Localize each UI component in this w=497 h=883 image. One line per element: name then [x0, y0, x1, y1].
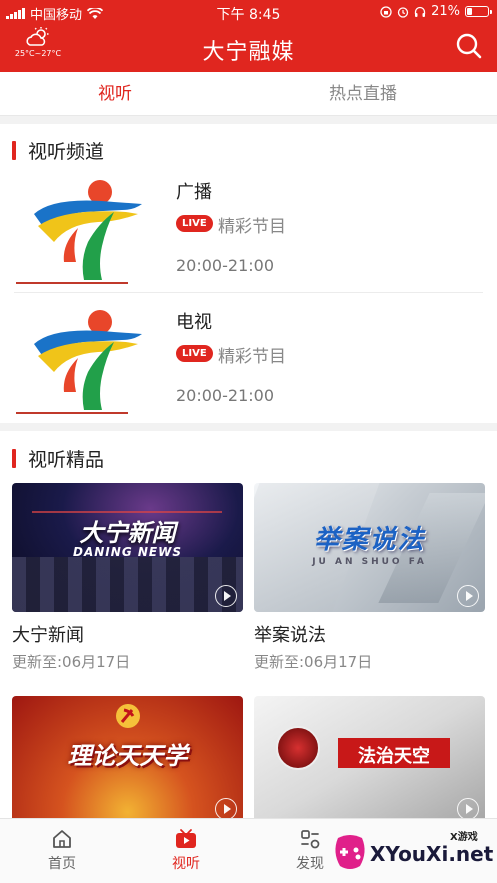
program-time: 20:00-21:00	[176, 386, 274, 405]
featured-card-rule-of-law[interactable]: 法治天空	[254, 696, 485, 825]
section-title-channels: 视听频道	[12, 138, 105, 163]
program-label: 精彩节目	[218, 347, 286, 367]
program-time: 20:00-21:00	[176, 256, 274, 275]
card-title: 举案说法	[254, 625, 326, 646]
channel-item-radio[interactable]: 广播 LIVE 精彩节目 20:00-21:00	[0, 170, 497, 298]
thumb-subtitle: JU AN SHUO FA	[312, 557, 427, 567]
section-title-featured-text: 视听精品	[28, 448, 105, 471]
nav-item-home[interactable]: 首页	[12, 819, 112, 883]
thumb-title: 法治天空	[358, 746, 430, 767]
thumbnail: 举案说法 JU AN SHUO FA	[254, 483, 485, 612]
orientation-lock-icon	[380, 5, 392, 18]
channel-name: 电视	[176, 312, 212, 333]
nav-label-home: 首页	[48, 856, 76, 872]
card-title: 大宁新闻	[12, 625, 84, 646]
search-icon	[456, 33, 482, 59]
tv-play-icon	[176, 829, 196, 848]
top-tabs: 视听 热点直播	[0, 72, 497, 116]
discover-icon	[301, 830, 320, 849]
party-emblem-icon	[116, 704, 140, 728]
channel-name: 广播	[176, 182, 212, 203]
thumb-title: 理论天天学	[67, 742, 188, 770]
play-icon[interactable]	[457, 585, 479, 607]
tab-hot-live[interactable]: 热点直播	[248, 72, 478, 116]
thumb-title: 举案说法	[313, 525, 426, 555]
channel-item-tv[interactable]: 电视 LIVE 精彩节目 20:00-21:00	[0, 300, 497, 428]
featured-card-theory[interactable]: 理论天天学	[12, 696, 243, 825]
channel-logo	[16, 310, 142, 414]
nav-item-shiting[interactable]: 视听	[136, 819, 236, 883]
live-badge: LIVE	[176, 215, 213, 232]
watermark: XYouXi.net X游戏	[330, 826, 494, 878]
watermark-tag: X游戏	[450, 832, 478, 843]
battery-percent: 21%	[431, 4, 460, 19]
section-title-featured: 视听精品	[12, 446, 105, 471]
battery-icon	[465, 6, 492, 17]
featured-section: 视听精品 大宁新闻 DANING NEWS 大宁新闻 更新至:06月17日 举案…	[0, 431, 497, 825]
nav-label-shiting: 视听	[172, 856, 200, 872]
play-icon[interactable]	[457, 798, 479, 820]
top-header: 中国移动 下午 8:45 21% 25°C~27°C 大宁融媒	[0, 0, 497, 72]
thumbnail: 法治天空	[254, 696, 485, 825]
watermark-text: XYouXi.net	[370, 842, 494, 866]
featured-card-daning-news[interactable]: 大宁新闻 DANING NEWS 大宁新闻 更新至:06月17日	[12, 483, 243, 683]
thumbnail: 大宁新闻 DANING NEWS	[12, 483, 243, 612]
search-button[interactable]	[455, 32, 483, 60]
divider	[14, 292, 483, 293]
app-title: 大宁融媒	[202, 40, 295, 65]
play-icon[interactable]	[215, 585, 237, 607]
alarm-icon	[397, 6, 409, 18]
tab-shiting[interactable]: 视听	[0, 72, 230, 116]
featured-card-juan-shuofa[interactable]: 举案说法 JU AN SHUO FA 举案说法 更新至:06月17日	[254, 483, 485, 683]
home-icon	[53, 830, 71, 848]
section-title-channels-text: 视听频道	[28, 140, 105, 163]
channels-section: 视听频道 广播 LIVE 精彩节目 20:00-21:00 电视 LIVE 精彩…	[0, 124, 497, 423]
program-label: 精彩节目	[218, 217, 286, 237]
headphones-icon	[414, 6, 426, 17]
live-badge: LIVE	[176, 345, 213, 362]
app-root: { "status_bar": { "carrier": "中国移动", "ti…	[0, 0, 497, 883]
play-icon[interactable]	[215, 798, 237, 820]
thumb-title: 大宁新闻	[79, 519, 176, 547]
thumb-subtitle: DANING NEWS	[73, 545, 182, 559]
channel-logo	[16, 180, 142, 284]
status-bar: 中国移动 下午 8:45 21%	[0, 0, 497, 24]
gamepad-logo-icon	[335, 835, 365, 869]
card-updated: 更新至:06月17日	[12, 653, 131, 671]
thumbnail: 理论天天学	[12, 696, 243, 825]
card-updated: 更新至:06月17日	[254, 653, 373, 671]
